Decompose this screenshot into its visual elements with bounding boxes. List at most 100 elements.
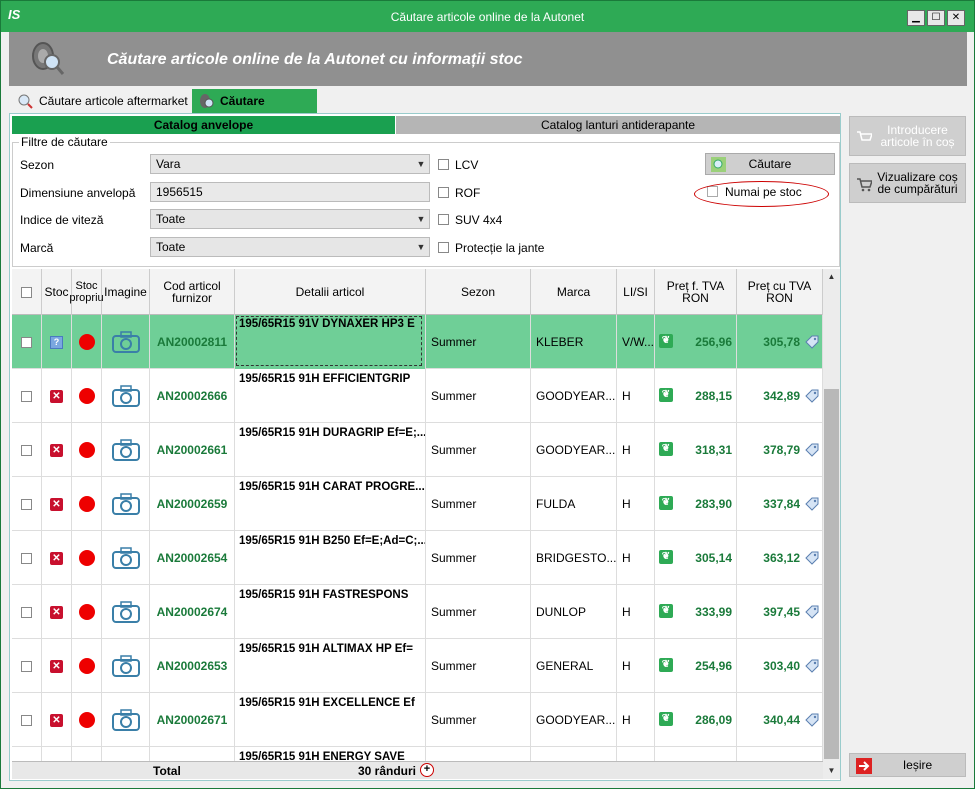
- price-tag-icon[interactable]: [805, 659, 819, 673]
- price-no-vat-value: 288,15: [695, 389, 732, 403]
- article-details: 195/65R15 91H EXCELLENCE Ef: [235, 693, 426, 747]
- close-button[interactable]: ✕: [947, 10, 965, 26]
- col-own-stock[interactable]: Stoc propriu: [69, 269, 104, 315]
- price-vat-value: 363,12: [763, 551, 800, 565]
- camera-icon[interactable]: [111, 601, 140, 623]
- row-checkbox[interactable]: [21, 498, 32, 510]
- select-all-checkbox[interactable]: [12, 269, 42, 315]
- stock-cell: ✕: [42, 531, 72, 585]
- table-row[interactable]: ✕ AN20002661 195/65R15 91H DURAGRIP Ef=E;.…: [12, 423, 823, 477]
- price-vat: 340,44: [737, 693, 823, 747]
- camera-icon[interactable]: [111, 655, 140, 677]
- total-label: Total: [153, 764, 181, 778]
- tab-tyre-catalog[interactable]: Catalog anvelope: [12, 116, 395, 134]
- col-li-si[interactable]: LI/SI: [617, 269, 655, 315]
- article-brand: GOODYEAR...: [531, 423, 617, 477]
- col-brand[interactable]: Marca: [531, 269, 617, 315]
- eco-label-icon: ❦: [659, 496, 673, 510]
- chevron-down-icon: ▼: [413, 238, 429, 256]
- price-tag-icon[interactable]: [805, 389, 819, 403]
- article-code: AN20002654: [150, 531, 235, 585]
- exit-button[interactable]: Ieșire: [849, 753, 966, 777]
- row-checkbox[interactable]: [21, 336, 32, 348]
- season-value: Vara: [156, 157, 181, 171]
- table-row[interactable]: ? AN20002811 195/65R15 91V DYNAXER HP3 E Su…: [12, 315, 823, 369]
- lcv-checkbox[interactable]: LCV: [438, 158, 478, 172]
- season-select[interactable]: Vara ▼: [150, 154, 430, 174]
- price-tag-icon[interactable]: [805, 497, 819, 511]
- suv-checkbox[interactable]: SUV 4x4: [438, 213, 502, 227]
- scroll-thumb[interactable]: [824, 389, 839, 759]
- col-season[interactable]: Sezon: [426, 269, 531, 315]
- camera-icon[interactable]: [111, 709, 140, 731]
- table-row[interactable]: ✕ AN20002666 195/65R15 91H EFFICIENTGRIP Su…: [12, 369, 823, 423]
- maximize-button[interactable]: ☐: [927, 10, 945, 26]
- checkbox-box: [438, 242, 449, 253]
- own-stock-cell: [72, 693, 102, 747]
- col-price-vat[interactable]: Preț cu TVA RON: [737, 269, 823, 315]
- article-brand: KLEBER: [531, 315, 617, 369]
- table-row[interactable]: ✕ AN20002674 195/65R15 91H FASTRESPONS Summ…: [12, 585, 823, 639]
- price-tag-icon[interactable]: [805, 605, 819, 619]
- view-cart-button[interactable]: Vizualizare coș de cumpărături: [849, 163, 966, 203]
- row-checkbox[interactable]: [21, 660, 32, 672]
- expand-plus-button[interactable]: +: [420, 763, 434, 777]
- price-tag-icon[interactable]: [805, 551, 819, 565]
- col-price-no-vat[interactable]: Preț f. TVA RON: [655, 269, 737, 315]
- article-li-si: H: [617, 639, 655, 693]
- image-cell: [102, 369, 150, 423]
- camera-icon[interactable]: [111, 439, 140, 461]
- brand-select[interactable]: Toate ▼: [150, 237, 430, 257]
- season-label: Sezon: [20, 158, 55, 172]
- price-tag-icon[interactable]: [805, 335, 819, 349]
- stock-cell: ✕: [42, 477, 72, 531]
- article-brand: GOODYEAR...: [531, 369, 617, 423]
- price-tag-icon[interactable]: [805, 713, 819, 727]
- row-checkbox[interactable]: [21, 552, 32, 564]
- rof-checkbox[interactable]: ROF: [438, 186, 480, 200]
- row-checkbox[interactable]: [21, 714, 32, 726]
- price-vat-value: 342,89: [763, 389, 800, 403]
- tab-snow-chains-catalog[interactable]: Catalog lanturi antiderapante: [396, 116, 840, 134]
- table-row[interactable]: ✕ AN20002659 195/65R15 91H CARAT PROGRE...…: [12, 477, 823, 531]
- price-no-vat: ❦ 254,96: [655, 639, 737, 693]
- price-vat: 342,89: [737, 369, 823, 423]
- article-code: AN20002666: [150, 369, 235, 423]
- row-select-cell: [12, 693, 42, 747]
- cart-add-icon: [857, 131, 872, 141]
- camera-icon[interactable]: [111, 331, 140, 353]
- speed-index-select[interactable]: Toate ▼: [150, 209, 430, 229]
- image-cell: [102, 585, 150, 639]
- tab-aftermarket[interactable]: Căutare articole aftermarket: [11, 89, 189, 113]
- own-stock-cell: [72, 585, 102, 639]
- minimize-button[interactable]: ▁: [907, 10, 925, 26]
- add-to-cart-button[interactable]: Introducere articole în coș: [849, 116, 966, 156]
- camera-icon[interactable]: [111, 493, 140, 515]
- price-tag-icon[interactable]: [805, 443, 819, 457]
- dimension-input[interactable]: 1956515: [150, 182, 430, 202]
- rim-protection-checkbox[interactable]: Protecție la jante: [438, 241, 544, 255]
- camera-icon[interactable]: [111, 385, 140, 407]
- search-button[interactable]: Căutare: [705, 153, 835, 175]
- stock-cell: ?: [42, 315, 72, 369]
- row-select-cell: [12, 315, 42, 369]
- image-cell: [102, 477, 150, 531]
- row-checkbox[interactable]: [21, 390, 32, 402]
- col-stock[interactable]: Stoc: [42, 269, 72, 315]
- grid-scrollbar[interactable]: ▲ ▼: [823, 269, 840, 779]
- tab-tyres[interactable]: Căutare anvelope: [192, 89, 317, 132]
- camera-icon[interactable]: [111, 547, 140, 569]
- eco-label-icon: ❦: [659, 442, 673, 456]
- scroll-down-icon[interactable]: ▼: [823, 763, 840, 779]
- col-details[interactable]: Detalii articol: [235, 269, 426, 315]
- article-li-si: H: [617, 369, 655, 423]
- row-checkbox[interactable]: [21, 444, 32, 456]
- col-code[interactable]: Cod articol furnizor: [150, 269, 235, 315]
- row-checkbox[interactable]: [21, 606, 32, 618]
- table-row[interactable]: ✕ AN20002653 195/65R15 91H ALTIMAX HP Ef= S…: [12, 639, 823, 693]
- price-vat: 378,79: [737, 423, 823, 477]
- col-image[interactable]: Imagine: [102, 269, 150, 315]
- table-row[interactable]: ✕ AN20002671 195/65R15 91H EXCELLENCE Ef Su…: [12, 693, 823, 747]
- scroll-up-icon[interactable]: ▲: [823, 269, 840, 285]
- table-row[interactable]: ✕ AN20002654 195/65R15 91H B250 Ef=E;Ad=C;…: [12, 531, 823, 585]
